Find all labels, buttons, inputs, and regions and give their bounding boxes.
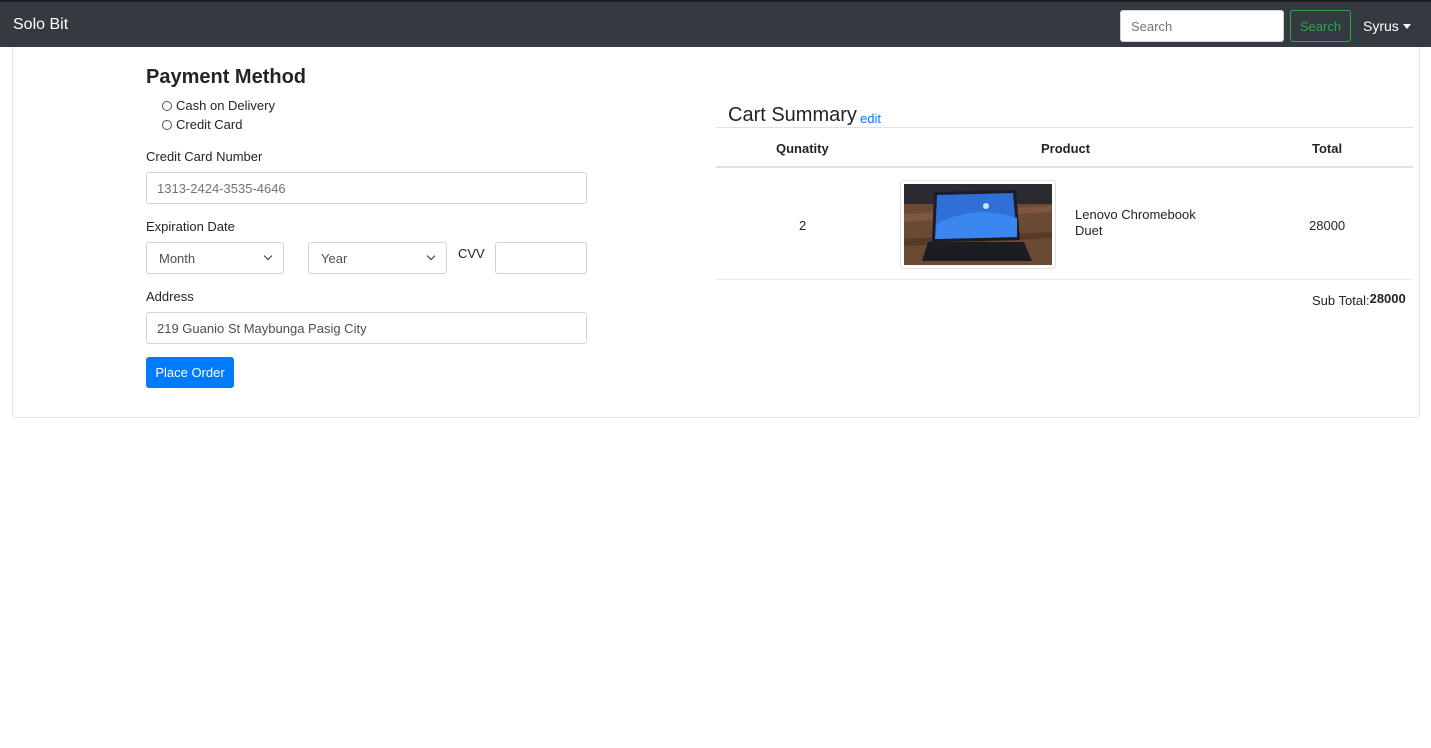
user-name: Syrus [1363, 18, 1399, 34]
subtotal-value: 28000 [1369, 291, 1406, 306]
card-number-label: Credit Card Number [146, 149, 263, 164]
edit-cart-link[interactable]: edit [860, 111, 881, 126]
year-select-value: Year [321, 250, 348, 266]
cvv-input[interactable] [495, 242, 587, 274]
table-header-border [716, 166, 1413, 168]
cart-summary-title: Cart Summary [728, 104, 857, 126]
payment-method-title: Payment Method [146, 66, 307, 88]
address-input[interactable] [146, 312, 587, 344]
subtotal-label: Sub Total: [1312, 293, 1370, 308]
search-input[interactable] [1120, 10, 1284, 42]
header-product: Product [1041, 141, 1091, 156]
card-number-input[interactable] [146, 172, 587, 204]
month-select[interactable]: Month [146, 242, 284, 274]
cvv-label: CVV [458, 246, 485, 261]
year-select[interactable]: Year [308, 242, 447, 274]
place-order-button[interactable]: Place Order [146, 357, 234, 388]
radio-cash-on-delivery[interactable]: Cash on Delivery [162, 98, 275, 113]
cell-product-name: Lenovo Chromebook Duet [1075, 207, 1196, 238]
header-quantity: Qunatity [776, 141, 829, 156]
month-select-value: Month [159, 250, 196, 266]
radio-circle[interactable] [162, 100, 172, 111]
radio-label: Credit Card [176, 117, 243, 132]
header-total: Total [1312, 141, 1343, 156]
chevron-down-icon [263, 251, 273, 261]
address-label: Address [146, 289, 194, 304]
search-button[interactable]: Search [1290, 10, 1351, 42]
product-image [900, 180, 1056, 269]
radio-credit-card[interactable]: Credit Card [162, 117, 242, 132]
brand-logo[interactable]: Solo Bit [13, 16, 68, 34]
subtotal: Sub Total:28000 [1312, 291, 1406, 308]
cell-total: 28000 [1309, 218, 1346, 233]
laptop-photo-icon [904, 184, 1052, 265]
user-menu[interactable]: Syrus [1363, 18, 1411, 34]
radio-circle[interactable] [162, 119, 172, 130]
caret-down-icon [1402, 23, 1411, 29]
radio-label: Cash on Delivery [176, 98, 275, 113]
table-top-border [716, 127, 1413, 128]
chevron-down-icon [426, 251, 436, 261]
cell-quantity: 2 [799, 218, 807, 233]
expiration-label: Expiration Date [146, 219, 235, 234]
top-navbar: Solo Bit Search Syrus [0, 0, 1431, 47]
table-row-border [716, 279, 1413, 280]
